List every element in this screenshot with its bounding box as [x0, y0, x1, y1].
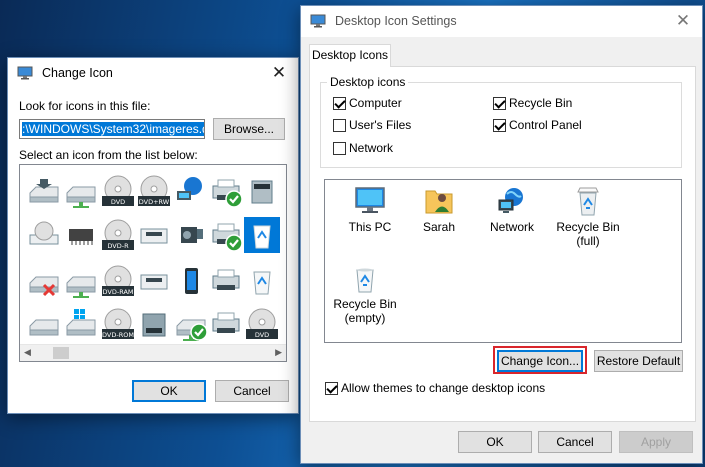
change-icon-dialog: Change Icon ✕ Look for icons in this fil…: [7, 57, 299, 414]
cancel-button[interactable]: Cancel: [215, 380, 289, 402]
dvd-drive-icon[interactable]: DVD: [100, 173, 136, 209]
removable-drive-icon[interactable]: [136, 263, 172, 299]
file-path-value: :\WINDOWS\System32\imageres.dll: [22, 122, 204, 136]
svg-text:DVD+RW: DVD+RW: [139, 198, 170, 206]
recycle-bin-full-item[interactable]: Recycle Bin (full): [548, 185, 628, 248]
apply-button[interactable]: Apply: [619, 431, 693, 453]
recycle-bin-full-icon: [577, 187, 599, 216]
file-path-field[interactable]: :\WINDOWS\System32\imageres.dll: [19, 119, 205, 139]
printer-icon[interactable]: [208, 306, 244, 342]
drive-with-arrow-icon[interactable]: [26, 173, 62, 209]
allow-themes-checkbox[interactable]: [325, 382, 338, 395]
this-pc-icon: [355, 187, 385, 213]
desktop-icons-preview-list[interactable]: This PC Sarah Network Recycle Bin (full)…: [324, 179, 682, 343]
scanner-drive-icon[interactable]: [244, 173, 280, 209]
svg-text:DVD-ROM: DVD-ROM: [102, 331, 134, 339]
tab-panel: Desktop icons Computer Recycle Bin User'…: [309, 66, 696, 422]
horizontal-scrollbar[interactable]: ◀ ▶: [20, 344, 286, 361]
svg-text:DVD: DVD: [111, 198, 125, 206]
recycle-bin-empty-item[interactable]: Recycle Bin (empty): [325, 262, 405, 325]
network-drive-icon[interactable]: [63, 263, 99, 299]
scroll-right-arrow-icon[interactable]: ▶: [275, 347, 282, 358]
network-checkbox[interactable]: [333, 142, 346, 155]
this-pc-label: This PC: [348, 220, 392, 234]
computer-checkbox[interactable]: [333, 97, 346, 110]
control-panel-checkbox-label[interactable]: Control Panel: [509, 118, 582, 132]
svg-text:DVD-R: DVD-R: [107, 242, 129, 250]
computer-checkbox-label[interactable]: Computer: [349, 96, 402, 110]
this-pc-item[interactable]: This PC: [330, 185, 410, 234]
close-icon[interactable]: ✕: [672, 10, 694, 32]
network-checkbox-label[interactable]: Network: [349, 141, 393, 155]
svg-text:DVD-RAM: DVD-RAM: [103, 288, 134, 296]
display-properties-icon: [310, 14, 326, 28]
ok-button[interactable]: OK: [132, 380, 206, 402]
drive-error-icon[interactable]: [26, 263, 62, 299]
cancel-button[interactable]: Cancel: [538, 431, 612, 453]
dvd-r-disc-icon[interactable]: DVD-R: [100, 217, 136, 253]
drive-icon[interactable]: [26, 306, 62, 342]
recycle-bin-checkbox-label[interactable]: Recycle Bin: [509, 96, 572, 110]
scroll-left-arrow-icon[interactable]: ◀: [24, 347, 31, 358]
recycle-bin-selected-icon[interactable]: [244, 217, 280, 253]
chip-icon[interactable]: [63, 217, 99, 253]
desktop-icon-settings-title: Desktop Icon Settings: [335, 14, 457, 28]
desktop-icons-group-label: Desktop icons: [327, 75, 409, 89]
dvd-rw-disc-icon[interactable]: DVD+RW: [136, 173, 172, 209]
tape-drive-icon[interactable]: [136, 306, 172, 342]
display-properties-icon: [17, 66, 33, 80]
recycle-bin-empty-icon: [356, 268, 374, 293]
desktop-icon-settings-titlebar[interactable]: Desktop Icon Settings ✕: [301, 6, 702, 37]
control-panel-checkbox[interactable]: [493, 119, 506, 132]
dvd-ram-disc-icon[interactable]: DVD-RAM: [100, 263, 136, 299]
windows-drive-icon[interactable]: [63, 306, 99, 342]
restore-default-button[interactable]: Restore Default: [594, 350, 683, 372]
recycle-bin-full-label: Recycle Bin (full): [556, 220, 620, 248]
svg-text:DVD: DVD: [255, 331, 269, 339]
change-icon-titlebar[interactable]: Change Icon ✕: [8, 58, 298, 89]
allow-themes-label[interactable]: Allow themes to change desktop icons: [341, 381, 545, 395]
change-icon-title: Change Icon: [42, 66, 113, 80]
recycle-bin-icon[interactable]: [244, 263, 280, 299]
network-item[interactable]: Network: [472, 185, 552, 234]
icon-list[interactable]: DVD DVD+RW DVD-R DVD-RAM DVD-ROM DVD ◀ ▶: [19, 164, 287, 362]
select-icon-label: Select an icon from the list below:: [19, 148, 198, 162]
change-icon-button[interactable]: Change Icon...: [497, 350, 583, 372]
browse-button[interactable]: Browse...: [213, 118, 285, 140]
desktop-icon-settings-dialog: Desktop Icon Settings ✕ Desktop Icons De…: [300, 5, 703, 464]
cd-drive-icon[interactable]: [26, 217, 62, 253]
users-files-checkbox[interactable]: [333, 119, 346, 132]
recycle-bin-checkbox[interactable]: [493, 97, 506, 110]
network-icon: [498, 188, 523, 213]
recycle-bin-empty-label: Recycle Bin (empty): [333, 297, 397, 325]
user-folder-icon: [425, 190, 453, 214]
printer-check-icon[interactable]: [208, 217, 244, 253]
camcorder-icon[interactable]: [173, 217, 209, 253]
sarah-item[interactable]: Sarah: [399, 185, 479, 234]
ok-button[interactable]: OK: [458, 431, 532, 453]
icon-grid: DVD DVD+RW DVD-R DVD-RAM DVD-ROM DVD: [20, 165, 286, 343]
dvd-rom-disc-icon[interactable]: DVD-ROM: [100, 306, 136, 342]
network-check-icon[interactable]: [173, 306, 209, 342]
network-globe-icon[interactable]: [173, 173, 209, 209]
tab-desktop-icons[interactable]: Desktop Icons: [309, 44, 391, 67]
network-label: Network: [489, 220, 534, 234]
tab-desktop-icons-label: Desktop Icons: [311, 48, 389, 62]
sarah-label: Sarah: [422, 220, 456, 234]
printer-icon[interactable]: [208, 263, 244, 299]
network-drive-icon[interactable]: [63, 173, 99, 209]
floppy-drive-icon[interactable]: [136, 217, 172, 253]
phone-icon[interactable]: [173, 263, 209, 299]
printer-check-icon[interactable]: [208, 173, 244, 209]
users-files-checkbox-label[interactable]: User's Files: [349, 118, 411, 132]
close-icon[interactable]: ✕: [268, 62, 290, 84]
scrollbar-thumb[interactable]: [53, 347, 69, 359]
look-for-icons-label: Look for icons in this file:: [19, 99, 151, 113]
dvd-disc-icon[interactable]: DVD: [244, 306, 280, 342]
